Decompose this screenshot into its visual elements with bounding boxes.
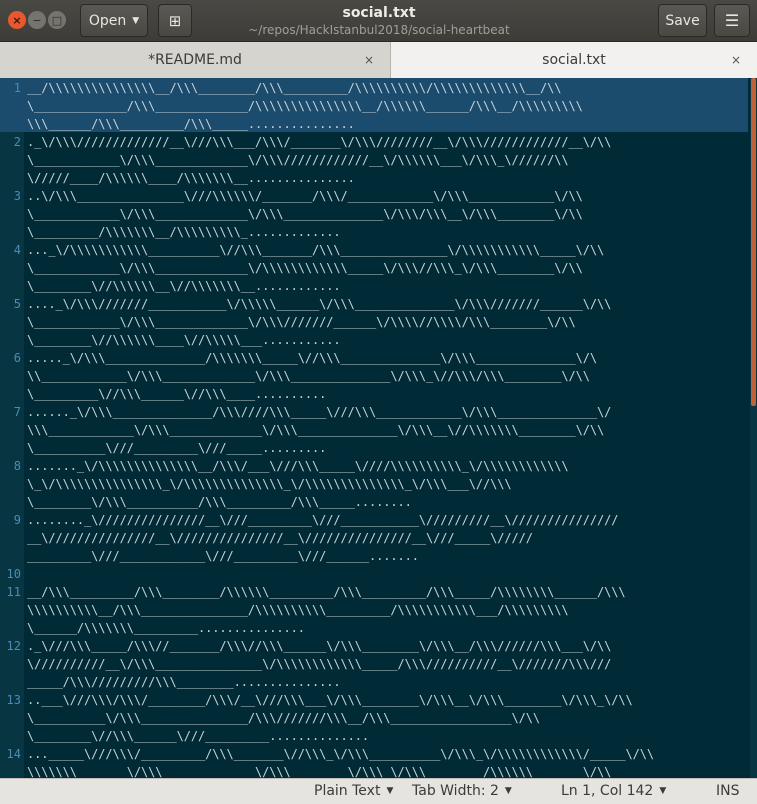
text-line: \__________\///_________\///_____.......…	[27, 441, 327, 455]
line-number: 5	[13, 297, 21, 311]
line-number: 7	[13, 405, 21, 419]
tab-bar: *README.md × social.txt ×	[0, 42, 757, 78]
new-document-icon: ⊞	[168, 11, 182, 30]
text-line: _________\///____________\///_________\/…	[27, 549, 419, 563]
line-number: 8	[13, 459, 21, 473]
scrollbar-thumb[interactable]	[751, 78, 756, 406]
text-line: ._\///\\\_____/\\\//_______/\\\//\\\____…	[27, 639, 612, 653]
text-line: \_________\//\\\______\//\\\____........…	[27, 387, 327, 401]
text-line: _____/\\\/////////\\\________...........…	[27, 675, 341, 689]
cursor-position-label: Ln 1, Col 142	[561, 783, 654, 799]
open-button[interactable]: Open ▼	[80, 4, 148, 37]
maximize-window-icon[interactable]: □	[48, 11, 66, 29]
text-line: \____________\/\\\_____________\/\\\\\\\…	[27, 261, 583, 275]
line-number: 1	[13, 81, 21, 95]
text-line: \_________/\\\\\\\__/\\\\\\\\\_.........…	[27, 225, 341, 239]
insert-mode-indicator[interactable]: INS	[716, 783, 740, 799]
text-line: \______/\\\\\\\_________...............	[27, 621, 305, 635]
text-line: \//////////__\/\\\_______________\/\\\\\…	[27, 657, 612, 671]
text-line: __\///////////////__\///////////////__\/…	[27, 531, 533, 545]
window-subtitle: ~/repos/HackIstanbul2018/social-heartbea…	[248, 23, 510, 37]
tab-label: *README.md	[148, 52, 242, 68]
text-line: ._\/\\\/////////////__\///\\\___/\\\/___…	[27, 135, 612, 149]
tab-label: social.txt	[542, 52, 606, 68]
line-number: 6	[13, 351, 21, 365]
text-line: \_\/\\\\\\\\\\\\\\\_\/\\\\\\\\\\\\\\_\/\…	[27, 477, 512, 491]
tab-social[interactable]: social.txt ×	[391, 42, 757, 78]
minimize-window-icon[interactable]: −	[28, 11, 46, 29]
text-line: \________\//\\\\\\__\//\\\\\\\__........…	[27, 279, 341, 293]
text-line: \_____________/\\\_____________/\\\\\\\\…	[27, 99, 583, 113]
text-line: ..___\///\\\/\\\/________/\\\/__\///\\\_…	[27, 693, 633, 707]
close-tab-icon[interactable]: ×	[364, 53, 374, 67]
line-number: 3	[13, 189, 21, 203]
text-line: \________\/\\\__________/\\\_________/\\…	[27, 495, 412, 509]
line-number: 12	[6, 639, 21, 653]
line-number: 9	[13, 513, 21, 527]
tab-readme[interactable]: *README.md ×	[0, 42, 391, 78]
new-document-button[interactable]: ⊞	[158, 4, 192, 37]
chevron-down-icon: ▼	[386, 786, 394, 796]
open-button-label: Open	[88, 12, 127, 29]
text-line: \\\\\\\\\\__/\\\_______________/\\\\\\\\…	[27, 603, 569, 617]
text-line: \____________\/\\\_____________\/\\\////…	[27, 315, 576, 329]
text-line: \\____________\/\\\_____________\/\\\___…	[27, 369, 590, 383]
text-line: \________\//\\\\\\____\//\\\\\___.......…	[27, 333, 341, 347]
status-bar: Plain Text ▼ Tab Width: 2 ▼ Ln 1, Col 14…	[0, 778, 757, 804]
line-number: 14	[6, 747, 21, 761]
window-title: social.txt	[342, 5, 416, 21]
text-line: \/////____/\\\\\\____/\\\\\\\__.........…	[27, 171, 355, 185]
tab-width-label: Tab Width: 2	[412, 783, 499, 799]
text-line: \________\//\\\______\///_________......…	[27, 729, 369, 743]
close-tab-icon[interactable]: ×	[731, 53, 741, 67]
line-number: 11	[6, 585, 21, 599]
text-line: __/\\\\\\\\\\\\\\\__/\\\________/\\\____…	[27, 81, 562, 95]
text-line: ....._\/\\\______________/\\\\\\\_____\/…	[27, 351, 597, 365]
hamburger-menu-button[interactable]: ☰	[714, 4, 750, 37]
chevron-down-icon: ▼	[659, 786, 667, 796]
syntax-label: Plain Text	[314, 783, 381, 799]
text-line: \__________\/\\\_______________/\\\/////…	[27, 711, 540, 725]
text-line: ..\/\\\_______________\///\\\\\\/_______…	[27, 189, 583, 203]
text-editor[interactable]: 1 __/\\\\\\\\\\\\\\\__/\\\________/\\\___…	[0, 78, 757, 778]
line-number: 13	[6, 693, 21, 707]
save-button-label: Save	[665, 12, 700, 29]
hamburger-menu-icon: ☰	[724, 11, 740, 30]
text-line: ........_\///////////////__\///_________…	[27, 513, 619, 527]
close-window-icon[interactable]: ×	[8, 11, 26, 29]
text-line: ......_\/\\\______________/\\\////\\\___…	[27, 405, 612, 419]
header-bar: × − □ Open ▼ ⊞ social.txt ~/repos/HackIs…	[0, 0, 757, 42]
save-button[interactable]: Save	[658, 4, 707, 37]
syntax-selector[interactable]: Plain Text ▼	[314, 783, 393, 799]
line-number: 2	[13, 135, 21, 149]
cursor-position-selector[interactable]: Ln 1, Col 142 ▼	[561, 783, 666, 799]
text-line: ..._____\///\\\/_________/\\\_______\//\…	[27, 747, 654, 761]
window-title-block: social.txt ~/repos/HackIstanbul2018/soci…	[200, 4, 558, 38]
text-line: \\\\\\\_______\/\\\_____________\/\\\___…	[27, 765, 612, 778]
text-line: \____________\/\\\_____________\/\\\////…	[27, 153, 569, 167]
insert-mode-label: INS	[716, 783, 740, 799]
text-line: ..._\/\\\\\\\\\\\__________\//\\\_______…	[27, 243, 605, 257]
text-line: \____________\/\\\_____________\/\\\____…	[27, 207, 583, 221]
chevron-down-icon: ▼	[132, 15, 140, 26]
tab-width-selector[interactable]: Tab Width: 2 ▼	[412, 783, 512, 799]
text-line: \\\______/\\\_________/\\\_____.........…	[27, 117, 355, 131]
line-number: 10	[6, 567, 21, 581]
line-number-gutter	[0, 78, 24, 778]
chevron-down-icon: ▼	[504, 786, 512, 796]
text-line: ......._\/\\\\\\\\\\\\\\__/\\\/___\///\\…	[27, 459, 569, 473]
text-line: __/\\\_________/\\\________/\\\\\\______…	[27, 585, 626, 599]
text-line: ...._\/\\\///////___________\/\\\\\_____…	[27, 297, 612, 311]
line-number: 4	[13, 243, 21, 257]
text-line: \\\____________\/\\\_____________\/\\\__…	[27, 423, 605, 437]
